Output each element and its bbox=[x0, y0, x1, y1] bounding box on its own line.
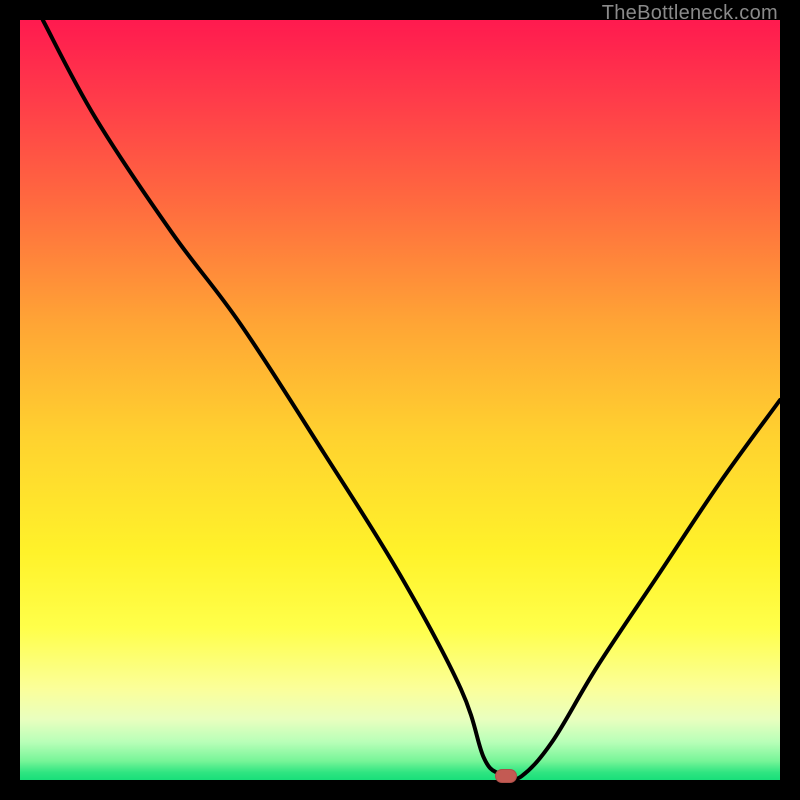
bottleneck-curve bbox=[20, 20, 780, 780]
chart-frame: TheBottleneck.com bbox=[0, 0, 800, 800]
plot-area bbox=[20, 20, 780, 780]
attribution-text: TheBottleneck.com bbox=[602, 2, 778, 25]
optimal-marker bbox=[495, 769, 517, 783]
